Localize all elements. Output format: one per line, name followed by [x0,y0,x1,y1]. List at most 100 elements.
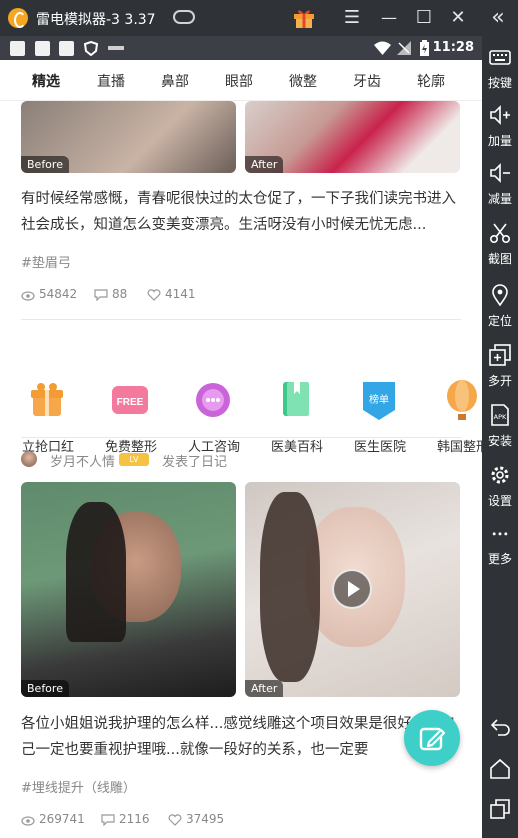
post-description[interactable]: 有时候经常感慨，青春呢很快过的太仓促了，一下子我们读完书进入社会成长，知道怎么变… [21,186,461,238]
hot-air-balloon-icon[interactable] [438,376,482,424]
sidebar-item-label: 减量 [487,192,512,206]
close-button[interactable]: ✕ [446,6,470,30]
notification-icon [10,41,25,56]
gear-icon [491,466,509,484]
play-icon [348,581,360,597]
recent-apps-icon[interactable] [489,798,511,820]
sidebar-item-label: 截图 [487,252,512,266]
ranking-badge-icon[interactable]: 榜单 [355,376,403,424]
sidebar-item-multi-instance[interactable]: 多开 [482,344,518,389]
menu-icon[interactable]: ☰ [340,6,364,30]
compose-post-button[interactable] [404,710,460,766]
before-photo[interactable]: Before [21,101,236,173]
level-badge: LV [119,453,149,466]
post-tag[interactable]: #埋线提升（线雕） [21,777,136,796]
tab-teeth[interactable]: 牙齿 [353,71,381,91]
tab-eyes[interactable]: 眼部 [225,71,253,91]
notification-icon [59,41,74,56]
post-description[interactable]: 各位小姐姐说我护理的怎么样...感觉线雕这个项目效果是很好，但自己一定也要重视护… [21,711,461,763]
volume-down-icon [490,163,510,183]
before-photo[interactable]: Before [21,482,236,697]
post-stats: 269741 2116 37495 [21,812,461,830]
signal-icon [397,41,411,55]
notification-icon [35,41,50,56]
chat-consult-icon[interactable] [189,376,237,424]
likes-count: 37495 [186,812,225,826]
divider [21,437,461,438]
sidebar-item-volume-down[interactable]: 减量 [482,162,518,207]
apk-icon: APK [491,404,509,426]
comments-stat[interactable]: 88 [94,287,128,302]
after-photo[interactable]: After [245,482,460,697]
eye-icon [21,816,35,826]
edit-icon [419,727,446,751]
divider [21,319,461,320]
likes-count: 4141 [165,287,196,301]
tab-micro[interactable]: 微整 [289,71,317,91]
sidebar-item-install-apk[interactable]: APK 安装 [482,404,518,449]
sidebar-item-label: 安装 [487,434,512,448]
likes-stat[interactable]: 37495 [168,812,224,826]
views-stat: 269741 [21,812,85,826]
back-icon[interactable] [489,716,511,738]
phone-screen: 11:28 精选 直播 鼻部 眼部 微整 牙齿 轮廓 Before After … [0,36,482,838]
sidebar-item-settings[interactable]: 设置 [482,464,518,509]
minimize-button[interactable]: — [377,6,401,30]
maximize-button[interactable]: ☐ [412,6,436,30]
after-label: After [245,680,284,697]
multi-window-icon [489,344,511,366]
wifi-icon [374,41,391,55]
before-label: Before [21,156,69,173]
emulator-titlebar: 雷电模拟器-3 3.37 ☰ — ☐ ✕ « [0,0,518,36]
sidebar-item-more[interactable]: 更多 [482,528,518,567]
collapse-sidebar-icon[interactable]: « [486,6,510,30]
sidebar-item-keymap[interactable]: 按键 [482,46,518,91]
tab-nose[interactable]: 鼻部 [161,71,189,91]
quick-link-korea[interactable]: 韩国整形 [437,436,482,455]
comment-icon [94,289,108,302]
free-icon[interactable]: FREE [106,376,154,424]
quick-link-hospital[interactable]: 医生医院 [354,436,406,455]
sidebar-item-location[interactable]: 定位 [482,284,518,329]
category-tabs: 精选 直播 鼻部 眼部 微整 牙齿 轮廓 [0,60,482,101]
clock: 11:28 [432,40,474,55]
likes-stat[interactable]: 4141 [147,287,196,301]
post-action: 发表了日记 [162,455,228,470]
post-tag[interactable]: #垫眉弓 [21,252,71,271]
gamepad-icon[interactable] [173,10,195,24]
comments-count: 88 [112,287,128,301]
hair-image [66,502,126,642]
more-dots-icon [492,532,508,536]
after-label: After [245,156,284,173]
heart-icon [147,289,161,301]
views-count: 269741 [39,812,85,826]
tab-contour[interactable]: 轮廓 [417,71,445,91]
scissors-icon [489,223,511,244]
heart-icon [168,814,182,826]
sidebar-item-label: 设置 [487,494,512,508]
username[interactable]: 岁月不人情 [50,451,115,470]
home-icon[interactable] [489,758,511,780]
after-photo[interactable]: After [245,101,460,173]
shield-icon [84,41,98,56]
post-stats: 54842 88 4141 [21,287,461,305]
views-count: 54842 [39,287,78,301]
quick-link-encyclopedia[interactable]: 医美百科 [271,436,323,455]
sidebar-item-label: 加量 [487,134,512,148]
lipstick-gift-icon[interactable] [23,376,71,424]
gift-icon[interactable] [293,8,315,28]
sidebar-item-label: 按键 [487,76,512,90]
svg-text:榜单: 榜单 [369,393,389,406]
sidebar-item-volume-up[interactable]: 加量 [482,104,518,149]
avatar[interactable] [21,451,37,467]
eye-icon [21,291,35,301]
play-video-button[interactable] [332,569,372,609]
usb-icon [108,46,124,50]
tab-featured[interactable]: 精选 [32,71,60,91]
tab-live[interactable]: 直播 [97,71,125,91]
battery-icon [420,40,429,56]
hair-image [260,492,320,682]
comments-stat[interactable]: 2116 [101,812,150,827]
encyclopedia-book-icon[interactable] [272,376,320,424]
sidebar-item-screenshot[interactable]: 截图 [482,222,518,267]
